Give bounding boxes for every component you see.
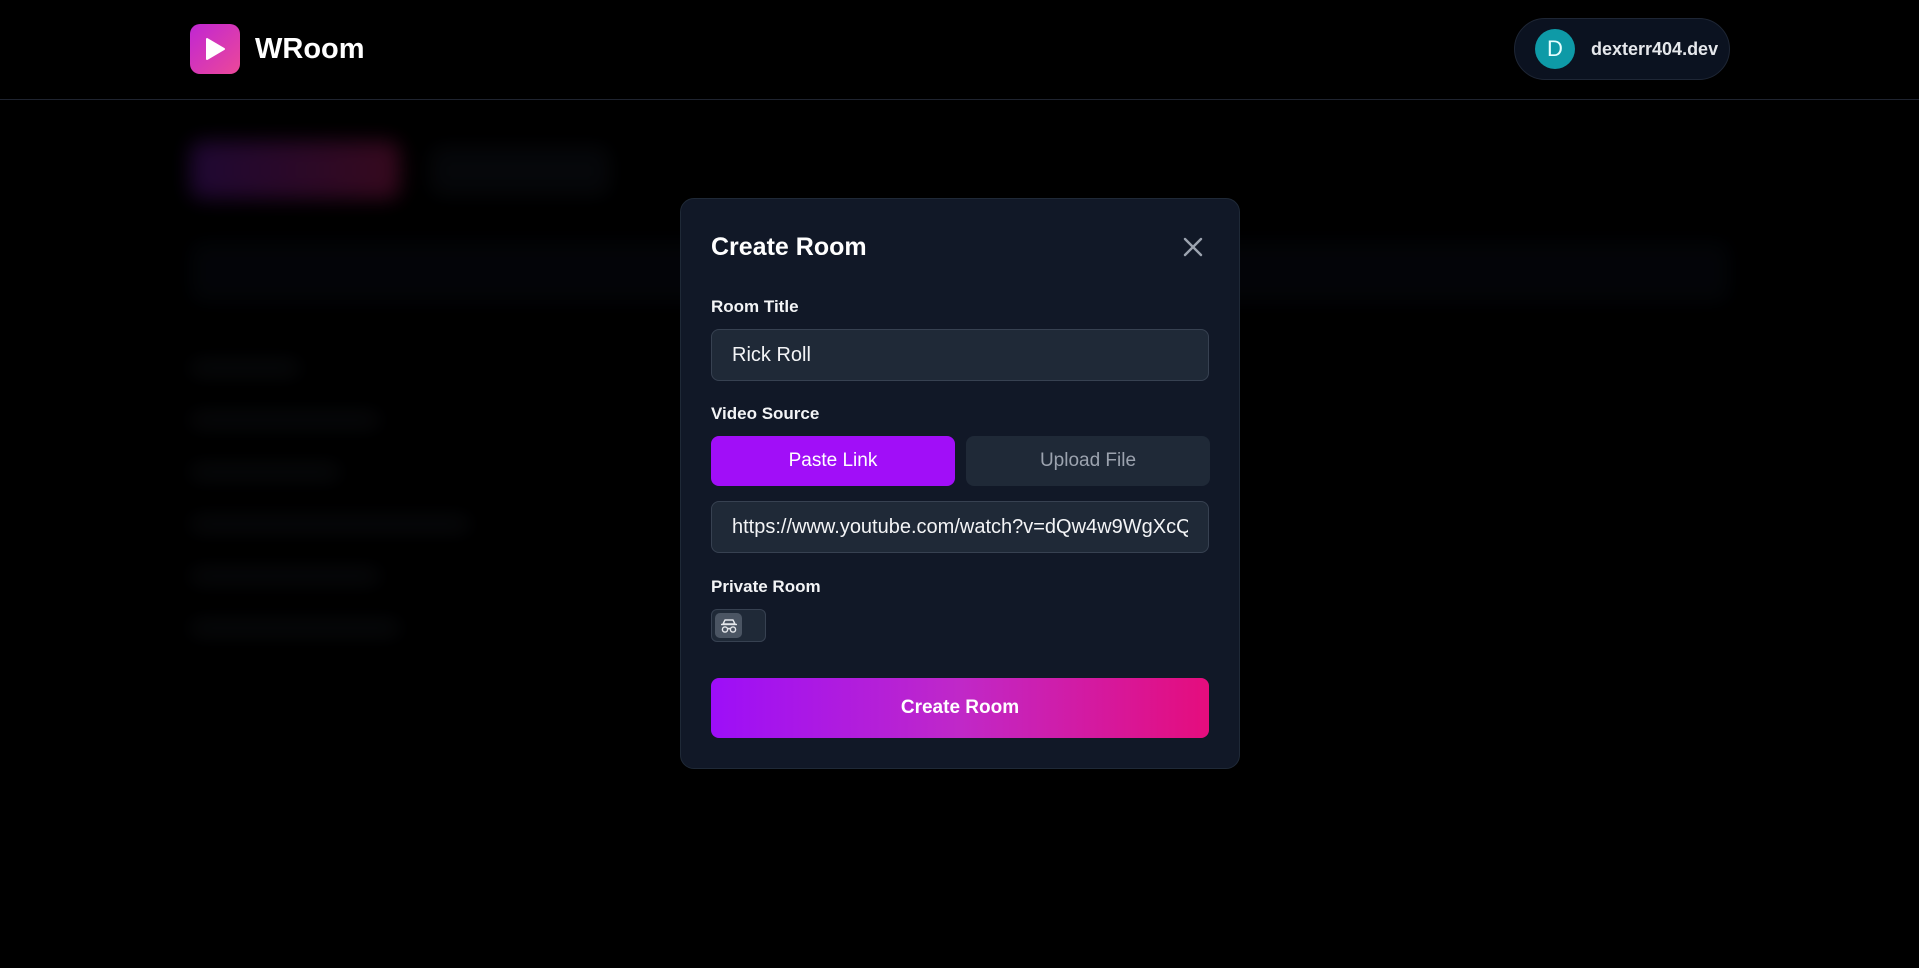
create-room-button[interactable]: Create Room — [711, 678, 1209, 738]
video-url-input[interactable] — [711, 501, 1209, 553]
create-room-modal: Create Room Room Title Video Source Past… — [680, 198, 1240, 769]
app-name: WRoom — [255, 32, 365, 65]
room-title-label: Room Title — [711, 297, 799, 316]
username: dexterr404.dev — [1591, 38, 1719, 59]
private-room-label: Private Room — [711, 577, 821, 596]
paste-link-tab[interactable]: Paste Link — [711, 436, 955, 486]
private-room-toggle[interactable] — [711, 609, 766, 642]
user-menu-button[interactable]: D dexterr404.dev — [1514, 18, 1730, 80]
avatar: D — [1535, 29, 1575, 69]
play-icon — [190, 24, 240, 74]
incognito-icon — [715, 613, 742, 638]
room-title-input[interactable] — [711, 329, 1209, 381]
upload-file-tab[interactable]: Upload File — [966, 436, 1210, 486]
close-icon[interactable] — [1179, 233, 1207, 261]
brand[interactable]: WRoom — [190, 24, 365, 74]
top-header: WRoom D dexterr404.dev — [0, 0, 1919, 100]
video-source-label: Video Source — [711, 404, 820, 423]
modal-title: Create Room — [711, 233, 867, 261]
